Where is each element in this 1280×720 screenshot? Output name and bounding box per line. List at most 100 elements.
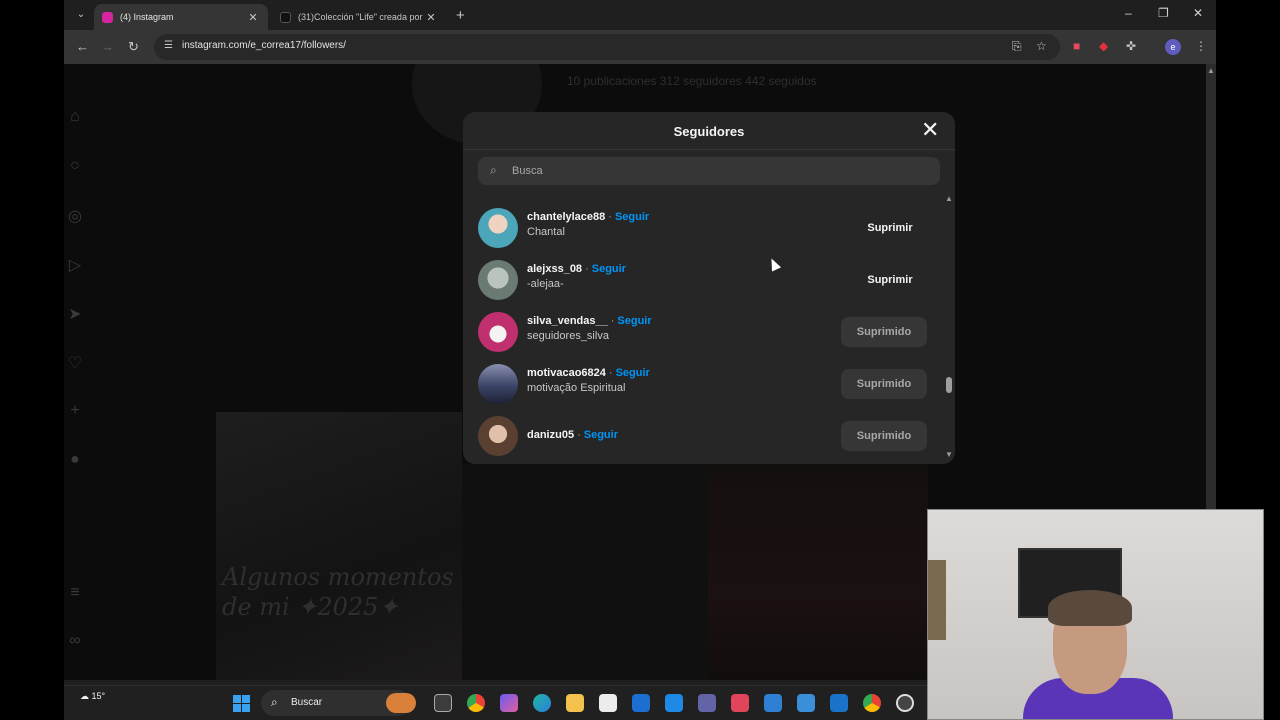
tab-close-icon[interactable]: ✕ bbox=[246, 11, 260, 24]
username[interactable]: chantelylace88 bbox=[527, 211, 605, 223]
extension-icon[interactable]: ■ bbox=[1073, 39, 1080, 53]
copilot-icon[interactable] bbox=[500, 694, 518, 712]
separator-dot: · bbox=[608, 211, 612, 223]
weather-temp: 15° bbox=[91, 691, 106, 701]
minimize-icon[interactable]: – bbox=[1125, 6, 1132, 20]
close-window-icon[interactable]: ✕ bbox=[1193, 6, 1203, 20]
store-icon[interactable] bbox=[599, 694, 617, 712]
separator-dot: · bbox=[577, 429, 581, 441]
tab-search-icon[interactable]: ⌄ bbox=[72, 6, 90, 24]
remove-button[interactable]: Suprimir bbox=[851, 213, 929, 243]
windows-taskbar: ☁ 15° ⌕ Buscar bbox=[64, 685, 927, 720]
username[interactable]: motivacao6824 bbox=[527, 367, 606, 379]
separator-dot: · bbox=[610, 315, 615, 327]
search-icon[interactable]: ○ bbox=[64, 157, 86, 179]
file-explorer-icon[interactable] bbox=[566, 694, 584, 712]
list-item: chantelylace88 · Seguir Chantal Suprimir bbox=[463, 202, 943, 254]
chrome-icon[interactable] bbox=[467, 694, 485, 712]
profile-stats: 10 publicaciones 312 seguidores 442 segu… bbox=[567, 74, 817, 88]
list-item: danizu05 · Seguir Suprimido bbox=[463, 410, 943, 462]
wall-picture bbox=[928, 560, 946, 640]
avatar[interactable] bbox=[478, 416, 518, 456]
menu-icon[interactable]: ≡ bbox=[64, 584, 86, 606]
avatar[interactable] bbox=[478, 260, 518, 300]
new-tab-icon[interactable]: + bbox=[456, 7, 465, 24]
extensions-puzzle-icon[interactable]: ✜ bbox=[1126, 39, 1136, 53]
close-icon[interactable]: ✕ bbox=[921, 119, 939, 141]
search-box[interactable]: ⌕ bbox=[478, 157, 940, 185]
follow-link[interactable]: Seguir bbox=[615, 211, 649, 223]
scroll-down-icon[interactable]: ▼ bbox=[945, 450, 953, 459]
tab-title: (4) Instagram bbox=[120, 12, 174, 22]
messages-icon[interactable]: ➤ bbox=[64, 304, 86, 326]
avatar[interactable] bbox=[478, 208, 518, 248]
full-name: Chantal bbox=[527, 226, 565, 238]
search-highlight-icon[interactable] bbox=[386, 693, 416, 713]
removed-button[interactable]: Suprimido bbox=[841, 421, 927, 451]
username[interactable]: danizu05 bbox=[527, 429, 574, 441]
reload-icon[interactable]: ↻ bbox=[128, 39, 139, 55]
app-icon[interactable] bbox=[896, 694, 914, 712]
post-caption-image-text: Algunos momentos de mi ✦2025✦ bbox=[222, 563, 454, 621]
explore-icon[interactable]: ◎ bbox=[64, 206, 86, 228]
avatar[interactable] bbox=[478, 312, 518, 352]
app-icon[interactable] bbox=[830, 694, 848, 712]
post-thumbnail[interactable] bbox=[462, 464, 708, 680]
profile-avatar[interactable]: e bbox=[1165, 39, 1181, 55]
removed-button[interactable]: Suprimido bbox=[841, 317, 927, 347]
browser-menu-icon[interactable]: ⋮ bbox=[1195, 39, 1207, 53]
vscode-icon[interactable] bbox=[764, 694, 782, 712]
post-thumbnail[interactable]: Algunos momentos de mi ✦2025✦ bbox=[216, 412, 462, 680]
remove-button[interactable]: Suprimir bbox=[851, 265, 929, 295]
post-thumbnail[interactable] bbox=[708, 464, 928, 680]
search-input[interactable] bbox=[512, 161, 922, 181]
followers-modal: Seguidores ✕ ⌕ chantelylace88·Seguir Cha… bbox=[463, 112, 955, 464]
follow-link[interactable]: Seguir bbox=[616, 367, 650, 379]
restore-icon[interactable]: ❐ bbox=[1158, 6, 1169, 20]
modal-scrollbar[interactable]: ▲ ▼ bbox=[943, 192, 955, 464]
bookmark-star-icon[interactable]: ☆ bbox=[1036, 39, 1047, 53]
task-view-icon[interactable] bbox=[434, 694, 452, 712]
meta-icon[interactable]: ∞ bbox=[64, 632, 86, 654]
username[interactable]: alejxss_08 bbox=[527, 263, 582, 275]
tab-title: (31)Colección "Life" creada por bbox=[298, 12, 423, 22]
edge-icon[interactable] bbox=[533, 694, 551, 712]
chrome-active-icon[interactable] bbox=[863, 694, 881, 712]
separator-dot: · bbox=[608, 367, 613, 379]
notifications-heart-icon[interactable]: ♡ bbox=[64, 353, 86, 375]
instagram-favicon-icon bbox=[102, 11, 113, 23]
followers-list[interactable]: chantelylace88 · Seguir Chantal Suprimir a… bbox=[463, 192, 943, 464]
install-app-icon[interactable]: ⎘ bbox=[1012, 39, 1022, 54]
scroll-up-icon[interactable]: ▲ bbox=[945, 194, 953, 203]
removed-button[interactable]: Suprimido bbox=[841, 369, 927, 399]
app-icon[interactable] bbox=[731, 694, 749, 712]
teams-icon[interactable] bbox=[698, 694, 716, 712]
home-icon[interactable]: ⌂ bbox=[64, 108, 86, 130]
url-text[interactable]: instagram.com/e_correa17/followers/ bbox=[182, 40, 346, 51]
tab-tiktok[interactable]: (31)Colección "Life" creada por ✕ bbox=[272, 4, 446, 30]
scrollbar-thumb[interactable] bbox=[946, 377, 952, 393]
username[interactable]: silva_vendas__ bbox=[527, 315, 608, 327]
forward-icon[interactable]: → bbox=[101, 39, 114, 54]
modal-header: Seguidores ✕ bbox=[463, 112, 955, 150]
taskbar-search-label: Buscar bbox=[291, 697, 323, 708]
follow-link[interactable]: Seguir bbox=[592, 263, 626, 275]
address-bar[interactable]: ☰ instagram.com/e_correa17/followers/ ⎘ … bbox=[154, 34, 1060, 60]
create-icon[interactable]: + bbox=[64, 402, 86, 424]
site-info-icon[interactable]: ☰ bbox=[164, 40, 173, 51]
back-icon[interactable]: ← bbox=[76, 39, 89, 54]
follow-link[interactable]: Seguir bbox=[617, 315, 651, 327]
avatar[interactable] bbox=[478, 364, 518, 404]
dropbox-icon[interactable] bbox=[665, 694, 683, 712]
profile-icon[interactable]: ● bbox=[64, 451, 86, 473]
extension-icon[interactable]: ◆ bbox=[1099, 39, 1108, 53]
windows-start-icon[interactable] bbox=[233, 695, 250, 712]
outlook-icon[interactable] bbox=[632, 694, 650, 712]
tab-instagram[interactable]: (4) Instagram ✕ bbox=[94, 4, 268, 30]
follow-link[interactable]: Seguir bbox=[584, 429, 618, 441]
app-icon[interactable] bbox=[797, 694, 815, 712]
full-name: motivação Espiritual bbox=[527, 382, 626, 394]
reels-icon[interactable]: ▷ bbox=[64, 255, 86, 277]
tab-close-icon[interactable]: ✕ bbox=[424, 11, 438, 24]
weather-widget[interactable]: ☁ 15° bbox=[80, 691, 105, 702]
